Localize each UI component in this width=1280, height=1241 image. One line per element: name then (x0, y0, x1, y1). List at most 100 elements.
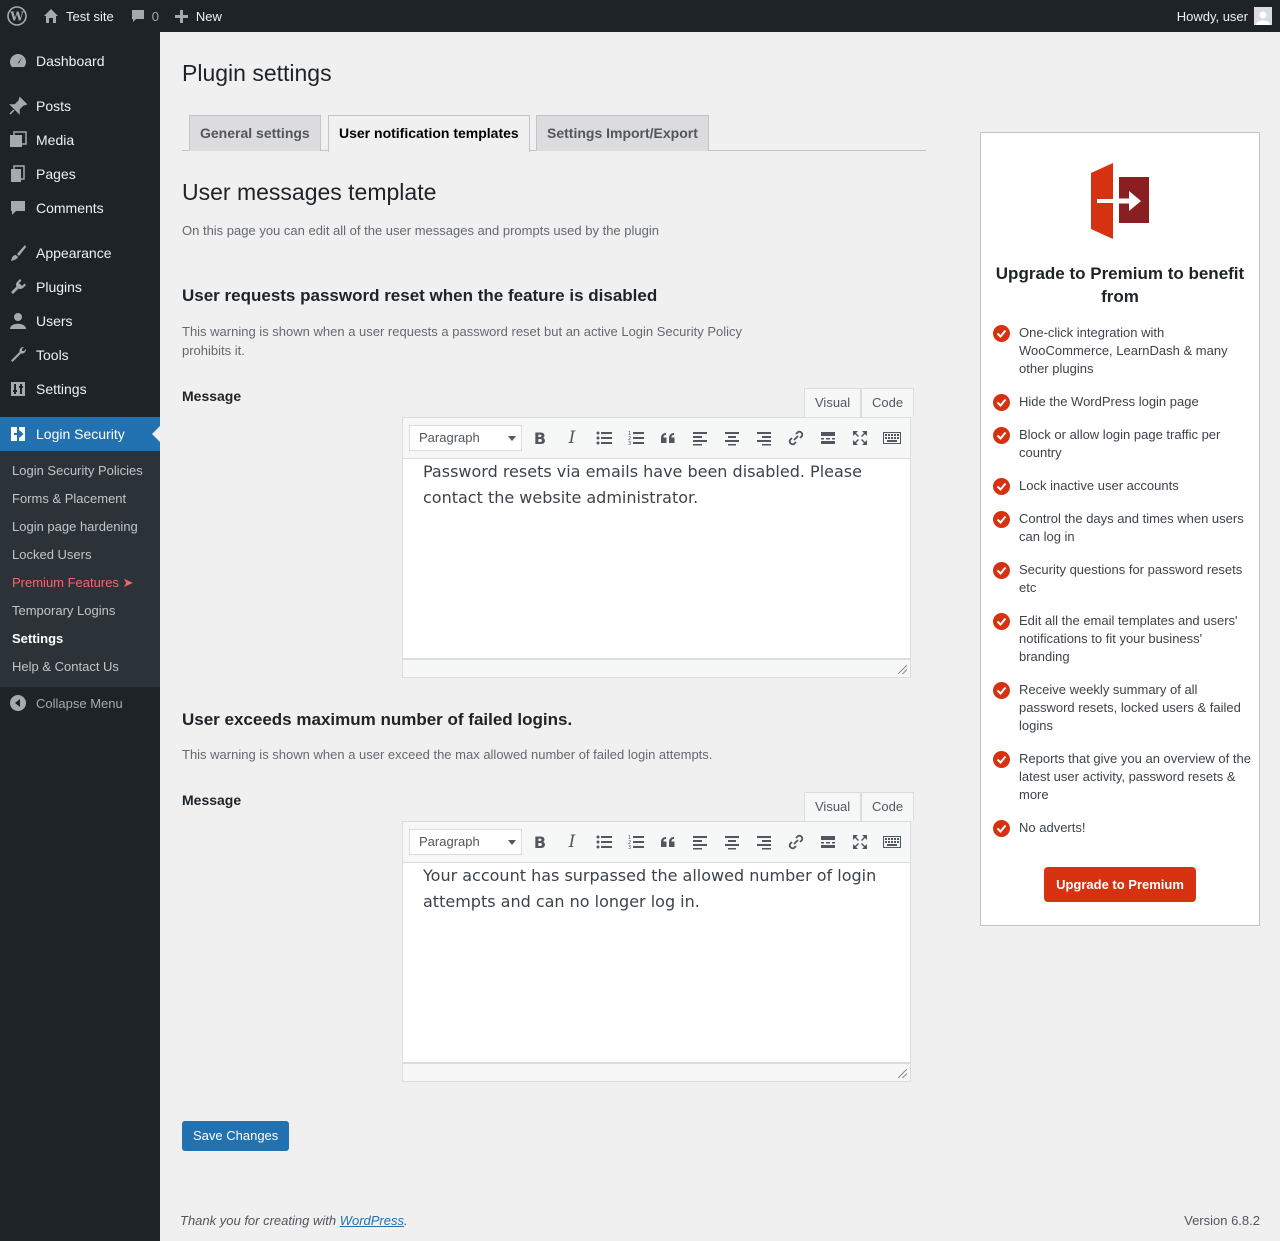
toolbar-toggle-button[interactable] (880, 426, 904, 450)
collapse-menu-button[interactable]: Collapse Menu (0, 692, 160, 714)
check-circle-icon (993, 681, 1019, 735)
premium-feature-item: Security questions for password resets e… (993, 561, 1253, 597)
align-center-button[interactable] (720, 830, 744, 854)
premium-feature-item: No adverts! (993, 819, 1253, 840)
align-right-button[interactable] (752, 830, 776, 854)
upgrade-to-premium-button[interactable]: Upgrade to Premium (1044, 867, 1196, 902)
premium-feature-text: Block or allow login page traffic per co… (1019, 427, 1221, 460)
new-content-link[interactable]: New (167, 0, 230, 32)
chevron-down-icon (508, 436, 516, 441)
wrench-icon (0, 345, 36, 365)
tab-user-notification-templates[interactable]: User notification templates (328, 115, 530, 152)
login-security-submenu: Login Security Policies Forms & Placemen… (0, 451, 160, 687)
submenu-help-contact[interactable]: Help & Contact Us (12, 659, 119, 674)
block-title: User requests password reset when the fe… (182, 286, 658, 305)
check-circle-icon (993, 750, 1019, 804)
comments-link[interactable]: 0 (122, 0, 167, 32)
site-name-link[interactable]: Test site (35, 0, 122, 32)
bullet-list-button[interactable] (592, 830, 616, 854)
wordpress-link[interactable]: WordPress (340, 1213, 404, 1228)
sidebar-item-dashboard[interactable]: Dashboard (0, 44, 160, 78)
align-left-button[interactable] (688, 830, 712, 854)
read-more-icon (821, 432, 835, 444)
check-circle-icon (993, 612, 1019, 666)
fullscreen-button[interactable] (848, 830, 872, 854)
format-select[interactable]: Paragraph (409, 425, 522, 451)
comments-count: 0 (151, 8, 159, 24)
sidebar-item-media[interactable]: Media (0, 123, 160, 157)
quote-icon (661, 433, 675, 443)
wordpress-logo-icon[interactable]: W (0, 0, 35, 32)
resize-handle-icon[interactable] (898, 1069, 907, 1078)
italic-button[interactable]: I (560, 426, 584, 450)
login-security-logo-icon (1089, 163, 1151, 242)
sidebar-item-label: Posts (36, 98, 72, 114)
pin-icon (0, 96, 36, 116)
sidebar-item-comments[interactable]: Comments (0, 191, 160, 225)
premium-feature-item: Control the days and times when users ca… (993, 510, 1253, 546)
tab-settings-import-export[interactable]: Settings Import/Export (536, 115, 709, 151)
submenu-locked-users[interactable]: Locked Users (12, 547, 91, 562)
blockquote-button[interactable] (656, 830, 680, 854)
toolbar-toggle-button[interactable] (880, 830, 904, 854)
align-right-button[interactable] (752, 426, 776, 450)
footer-version: Version 6.8.2 (1184, 1213, 1260, 1228)
blockquote-button[interactable] (656, 426, 680, 450)
insert-link-button[interactable] (784, 830, 808, 854)
submenu-login-page-hardening[interactable]: Login page hardening (12, 519, 138, 534)
align-left-icon (693, 836, 707, 850)
code-tab[interactable]: Code (861, 388, 915, 417)
user-icon (0, 311, 36, 331)
plug-icon (0, 277, 36, 297)
bold-button[interactable]: B (528, 426, 552, 450)
editor-content[interactable]: Your account has surpassed the allowed n… (402, 863, 911, 1063)
numbered-list-icon: 123 (628, 431, 644, 446)
message-label: Message (182, 792, 242, 808)
read-more-button[interactable] (816, 830, 840, 854)
sidebar-item-users[interactable]: Users (0, 304, 160, 338)
save-changes-button[interactable]: Save Changes (182, 1121, 290, 1151)
format-select-value: Paragraph (419, 430, 480, 445)
submenu-forms-placement[interactable]: Forms & Placement (12, 491, 126, 506)
home-icon (43, 8, 59, 24)
premium-upsell-panel: Upgrade to Premium to benefit from One-c… (980, 132, 1260, 926)
format-select[interactable]: Paragraph (409, 829, 522, 855)
footer-thanks: Thank you for creating with WordPress. (180, 1213, 408, 1228)
sidebar-item-settings[interactable]: Settings (0, 372, 160, 406)
align-left-button[interactable] (688, 426, 712, 450)
premium-feature-text: One-click integration with WooCommerce, … (1019, 325, 1228, 376)
italic-icon: I (568, 428, 576, 448)
bold-button[interactable]: B (528, 830, 552, 854)
sidebar-item-appearance[interactable]: Appearance (0, 236, 160, 270)
resize-handle-icon[interactable] (898, 665, 907, 674)
my-account[interactable]: Howdy, user (1169, 0, 1280, 32)
align-center-button[interactable] (720, 426, 744, 450)
insert-link-button[interactable] (784, 426, 808, 450)
submenu-settings[interactable]: Settings (12, 631, 63, 646)
tab-general-settings[interactable]: General settings (189, 115, 321, 151)
submenu-premium-features[interactable]: Premium Features ➤ (12, 575, 133, 591)
sidebar-item-plugins[interactable]: Plugins (0, 270, 160, 304)
sidebar-item-tools[interactable]: Tools (0, 338, 160, 372)
editor-toolbar: Paragraph B I 123 (402, 821, 911, 863)
visual-tab[interactable]: Visual (804, 388, 862, 418)
italic-button[interactable]: I (560, 830, 584, 854)
submenu-temporary-logins[interactable]: Temporary Logins (12, 603, 115, 618)
page-title: Plugin settings (182, 60, 332, 86)
bullet-list-button[interactable] (592, 426, 616, 450)
format-select-value: Paragraph (419, 834, 480, 849)
editor-content[interactable]: Password resets via emails have been dis… (402, 459, 911, 659)
sidebar-item-login-security[interactable]: Login Security (0, 417, 160, 451)
admin-sidebar: Dashboard Posts Media Pages Comments App… (0, 32, 160, 1241)
numbered-list-button[interactable]: 123 (624, 426, 648, 450)
code-tab[interactable]: Code (861, 792, 915, 821)
sidebar-item-pages[interactable]: Pages (0, 157, 160, 191)
read-more-button[interactable] (816, 426, 840, 450)
visual-tab[interactable]: Visual (804, 792, 862, 822)
numbered-list-button[interactable]: 123 (624, 830, 648, 854)
bullet-list-icon (596, 835, 612, 849)
premium-feature-item: Receive weekly summary of all password r… (993, 681, 1253, 735)
submenu-login-security-policies[interactable]: Login Security Policies (12, 463, 143, 478)
sidebar-item-posts[interactable]: Posts (0, 89, 160, 123)
fullscreen-button[interactable] (848, 426, 872, 450)
